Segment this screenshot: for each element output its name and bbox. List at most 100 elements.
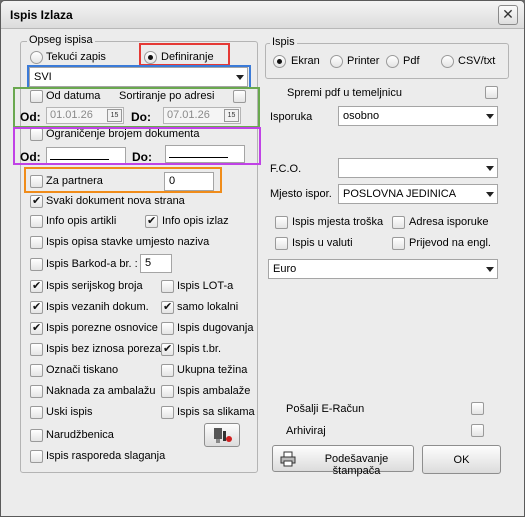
pdf-radio[interactable] — [386, 55, 399, 68]
podesavanje-button[interactable]: Podešavanje štampača — [272, 445, 414, 477]
doc-od-label: Od: — [20, 150, 41, 164]
u-valuti-checkbox[interactable] — [275, 237, 288, 250]
fco-label: F.C.O. — [270, 163, 302, 175]
date-to-value: 07.01.26 — [167, 109, 210, 121]
naknada-checkbox[interactable] — [30, 385, 43, 398]
prijevod-label: Prijevod na engl. — [409, 237, 491, 249]
od-datuma-label: Od datuma — [46, 90, 101, 102]
close-button[interactable]: ✕ — [498, 5, 518, 25]
serijskog-checkbox[interactable] — [30, 279, 43, 293]
svaki-dokument-label: Svaki dokument nova strana — [46, 195, 185, 207]
fco-select[interactable] — [338, 158, 498, 178]
podesavanje-label: Podešavanje štampača — [324, 453, 389, 477]
prijevod-checkbox[interactable] — [392, 237, 405, 250]
posalji-checkbox[interactable] — [471, 402, 484, 415]
za-partnera-checkbox[interactable] — [30, 175, 43, 188]
tools-icon — [214, 428, 232, 443]
definiranje-label: Definiranje — [161, 51, 214, 63]
oznaci-checkbox[interactable] — [30, 364, 43, 377]
tbr-checkbox[interactable] — [161, 342, 174, 356]
doc-do-label: Do: — [132, 150, 152, 164]
posalji-label: Pošalji E-Račun — [286, 403, 365, 415]
samo-lokalni-checkbox[interactable] — [161, 300, 174, 314]
vezanih-checkbox[interactable] — [30, 300, 43, 314]
info-artikli-label: Info opis artikli — [46, 215, 117, 227]
adresa-isporuke-label: Adresa isporuke — [409, 216, 489, 228]
narudzbenica-checkbox[interactable] — [30, 429, 43, 442]
settings-tool-button[interactable] — [204, 423, 240, 447]
bez-iznosa-checkbox[interactable] — [30, 343, 43, 356]
u-valuti-label: Ispis u valuti — [292, 237, 353, 249]
ekran-radio[interactable] — [273, 55, 286, 68]
uski-checkbox[interactable] — [30, 406, 43, 419]
pdf-label: Pdf — [403, 55, 420, 67]
ispis-title: Ispis — [270, 36, 297, 48]
csv-label: CSV/txt — [458, 55, 496, 67]
barkod-checkbox[interactable] — [30, 258, 43, 271]
isporuka-select-value: osobno — [343, 110, 380, 122]
lot-checkbox[interactable] — [161, 280, 174, 293]
csv-radio[interactable] — [441, 55, 454, 68]
scope-select[interactable]: SVI — [29, 67, 248, 87]
rasporeda-checkbox[interactable] — [30, 450, 43, 463]
chevron-down-icon — [236, 75, 244, 80]
ambalaze-checkbox[interactable] — [161, 385, 174, 398]
ok-button[interactable]: OK — [422, 445, 501, 474]
definiranje-radio[interactable] — [144, 51, 157, 64]
window-title: Ispis Izlaza — [10, 8, 73, 22]
calendar-icon[interactable]: 15 — [107, 109, 122, 122]
ispis-opisa-label: Ispis opisa stavke umjesto naziva — [46, 236, 210, 248]
slikama-label: Ispis sa slikama — [177, 406, 255, 418]
ogranicenje-checkbox[interactable] — [30, 128, 43, 141]
mjesto-select[interactable]: POSLOVNA JEDINICA — [338, 184, 498, 204]
slikama-checkbox[interactable] — [161, 406, 174, 419]
dialog-window: Ispis Izlaza ✕ Opseg ispisa Tekući zapis… — [0, 0, 525, 517]
isporuka-select[interactable]: osobno — [338, 106, 498, 126]
za-partnera-label: Za partnera — [46, 175, 103, 187]
mjesta-troska-label: Ispis mjesta troška — [292, 216, 384, 228]
info-izlaz-checkbox[interactable] — [145, 214, 158, 228]
barkod-input-value: 5 — [145, 257, 152, 269]
porezne-label: Ispis porezne osnovice — [46, 322, 158, 334]
dugovanja-checkbox[interactable] — [161, 322, 174, 335]
chevron-down-icon — [486, 114, 494, 119]
barkod-input[interactable]: 5 — [140, 254, 172, 273]
do-label: Do: — [131, 110, 151, 124]
tekuci-zapis-label: Tekući zapis — [46, 51, 106, 63]
valuta-select[interactable]: Euro — [268, 259, 498, 279]
calendar-icon[interactable]: 15 — [224, 109, 239, 122]
serijskog-label: Ispis serijskog broja — [46, 280, 143, 292]
svaki-dokument-checkbox[interactable] — [30, 194, 43, 208]
opseg-ispisa-title: Opseg ispisa — [27, 34, 95, 46]
bez-iznosa-label: Ispis bez iznosa poreza — [46, 343, 161, 355]
printer-icon — [280, 451, 296, 470]
ambalaze-label: Ispis ambalaže — [177, 385, 251, 397]
barkod-label: Ispis Barkod-a br. : — [46, 258, 138, 270]
adresa-isporuke-checkbox[interactable] — [392, 216, 405, 229]
info-artikli-checkbox[interactable] — [30, 215, 43, 228]
sortiranje-checkbox[interactable] — [233, 90, 246, 103]
spremi-pdf-checkbox[interactable] — [485, 86, 498, 99]
od-label: Od: — [20, 110, 41, 124]
tezina-checkbox[interactable] — [161, 364, 174, 377]
doc-to-input[interactable] — [165, 145, 245, 163]
arhiviraj-label: Arhiviraj — [286, 425, 326, 437]
mjesta-troska-checkbox[interactable] — [275, 216, 288, 229]
partner-input[interactable]: 0 — [164, 172, 214, 191]
printer-radio[interactable] — [330, 55, 343, 68]
porezne-checkbox[interactable] — [30, 321, 43, 335]
arhiviraj-checkbox[interactable] — [471, 424, 484, 437]
doc-from-input[interactable] — [46, 147, 126, 165]
tezina-label: Ukupna težina — [177, 364, 248, 376]
samo-lokalni-label: samo lokalni — [177, 301, 239, 313]
mjesto-select-value: POSLOVNA JEDINICA — [343, 188, 457, 200]
oznaci-label: Označi tiskano — [46, 364, 119, 376]
narudzbenica-label: Narudžbenica — [46, 429, 114, 441]
chevron-down-icon — [486, 192, 494, 197]
ispis-opisa-checkbox[interactable] — [30, 236, 43, 249]
ogranicenje-label: Ograničenje brojem dokumenta — [46, 128, 200, 140]
title-bar: Ispis Izlaza ✕ — [1, 1, 524, 29]
od-datuma-checkbox[interactable] — [30, 90, 43, 103]
dugovanja-label: Ispis dugovanja — [177, 322, 254, 334]
tekuci-zapis-radio[interactable] — [30, 51, 43, 64]
